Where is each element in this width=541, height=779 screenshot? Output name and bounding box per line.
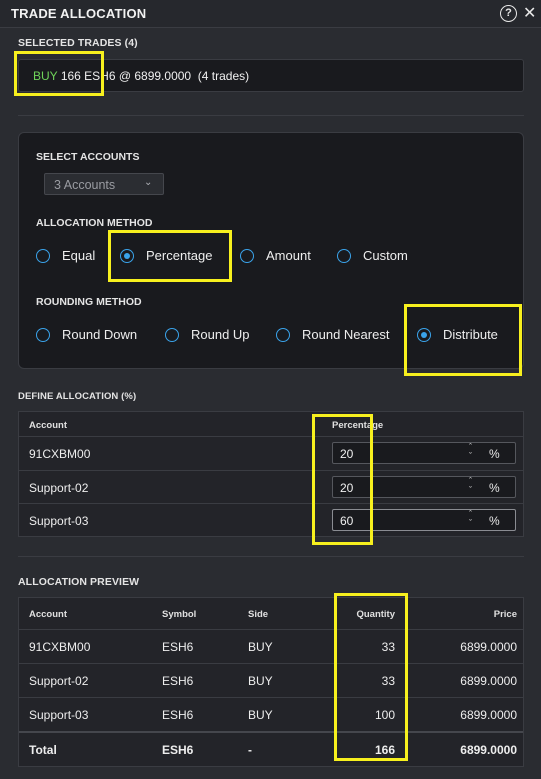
- price-cell: 6899.0000: [460, 743, 517, 757]
- help-icon[interactable]: ?: [500, 5, 517, 22]
- column-header-symbol: Symbol: [162, 609, 197, 620]
- price-cell: 6899.0000: [460, 708, 517, 722]
- divider: [18, 556, 524, 557]
- symbol-cell: ESH6: [162, 708, 194, 722]
- rounding-method-label: ROUNDING METHOD: [36, 296, 142, 308]
- side-cell: -: [248, 743, 252, 757]
- symbol-cell: ESH6: [162, 674, 194, 688]
- radio-dot: [337, 249, 351, 263]
- stepper-icon[interactable]: ˆˇ: [469, 443, 472, 461]
- total-label: Total: [29, 743, 57, 757]
- accounts-dropdown[interactable]: 3 Accounts ⌄: [44, 173, 164, 195]
- table-row: Support-02 ESH6 BUY 33 6899.0000: [19, 663, 523, 697]
- table-row: Support-03 60 ˆˇ %: [19, 503, 523, 536]
- preview-table: Account Symbol Side Quantity Price 91CXB…: [18, 597, 524, 767]
- highlight-distribute: [404, 304, 522, 376]
- radio-label: Round Up: [191, 327, 250, 342]
- account-cell: Support-03: [29, 708, 89, 722]
- price-cell: 6899.0000: [460, 640, 517, 654]
- highlight-buy: [14, 51, 104, 96]
- radio-dot: [276, 328, 290, 342]
- table-row: Support-02 20 ˆˇ %: [19, 470, 523, 503]
- radio-label: Custom: [363, 248, 408, 263]
- symbol-cell: ESH6: [162, 743, 194, 757]
- divider: [18, 115, 524, 116]
- account-cell: Support-03: [29, 514, 89, 528]
- side-cell: BUY: [248, 640, 273, 654]
- radio-label: Equal: [62, 248, 96, 263]
- price-cell: 6899.0000: [460, 674, 517, 688]
- account-cell: Support-02: [29, 481, 89, 495]
- side-cell: BUY: [248, 674, 273, 688]
- column-header-side: Side: [248, 609, 269, 620]
- accounts-dropdown-value: 3 Accounts: [54, 178, 116, 192]
- highlight-quantity-column: [334, 593, 408, 761]
- radio-dot: [36, 249, 50, 263]
- allocation-table: Account Percentage 91CXBM00 20 ˆˇ % Supp…: [18, 411, 524, 537]
- select-accounts-label: SELECT ACCOUNTS: [36, 151, 140, 163]
- table-row: Support-03 ESH6 BUY 100 6899.0000: [19, 697, 523, 731]
- chevron-down-icon: ⌄: [144, 177, 153, 188]
- close-icon[interactable]: ✕: [523, 3, 536, 23]
- percent-unit: %: [489, 481, 500, 495]
- symbol-cell: ESH6: [162, 640, 194, 654]
- column-header-account: Account: [29, 420, 67, 431]
- percent-unit: %: [489, 447, 500, 461]
- total-row: Total ESH6 - 166 6899.0000: [19, 731, 523, 766]
- side-cell: BUY: [248, 708, 273, 722]
- column-header-price: Price: [493, 609, 517, 620]
- selected-trades-label: SELECTED TRADES (4): [18, 37, 138, 49]
- window-title: TRADE ALLOCATION: [11, 6, 147, 21]
- stepper-icon[interactable]: ˆˇ: [469, 477, 472, 495]
- radio-label: Round Nearest: [302, 327, 390, 342]
- trade-count: (4 trades): [197, 69, 250, 83]
- radio-label: Round Down: [62, 327, 138, 342]
- account-cell: Support-02: [29, 674, 89, 688]
- radio-label: Amount: [266, 248, 311, 263]
- radio-dot: [36, 328, 50, 342]
- allocation-preview-label: ALLOCATION PREVIEW: [18, 576, 140, 588]
- table-row: 91CXBM00 ESH6 BUY 33 6899.0000: [19, 629, 523, 663]
- column-header-account: Account: [29, 609, 67, 620]
- stepper-icon[interactable]: ˆˇ: [469, 510, 472, 528]
- define-allocation-label: DEFINE ALLOCATION (%): [18, 391, 137, 402]
- table-row: 91CXBM00 20 ˆˇ %: [19, 436, 523, 470]
- percent-unit: %: [489, 514, 500, 528]
- account-cell: 91CXBM00: [29, 447, 91, 461]
- highlight-percentage: [108, 230, 232, 282]
- highlight-percentage-column: [312, 414, 373, 545]
- account-cell: 91CXBM00: [29, 640, 91, 654]
- allocation-method-label: ALLOCATION METHOD: [36, 217, 153, 229]
- title-bar: TRADE ALLOCATION ? ✕: [0, 0, 541, 28]
- radio-dot: [165, 328, 179, 342]
- radio-dot: [240, 249, 254, 263]
